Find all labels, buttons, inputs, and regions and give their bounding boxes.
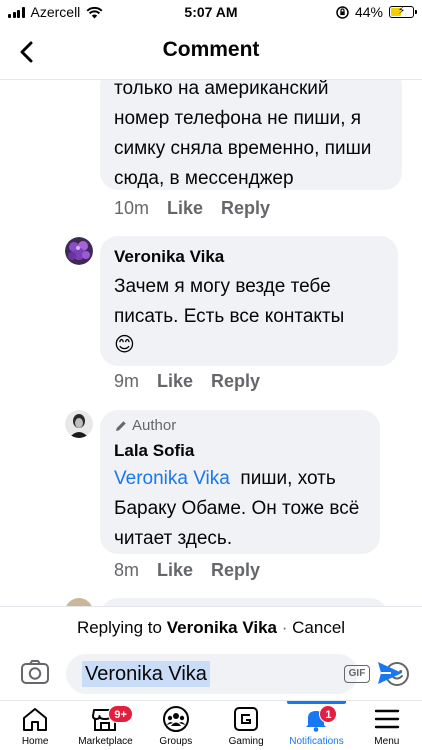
tab-label: Menu — [374, 736, 400, 747]
tab-label: Marketplace — [78, 736, 133, 747]
pencil-icon — [116, 421, 126, 431]
tab-label: Gaming — [228, 736, 264, 747]
comment-text: только на американский номер телефона не… — [114, 80, 372, 189]
comment-list[interactable]: только на американский номер телефона не… — [0, 80, 422, 606]
battery-percent: 44% — [354, 4, 383, 20]
gaming-icon — [234, 707, 259, 731]
camera-icon[interactable] — [20, 658, 50, 686]
notification-badge: 1 — [319, 705, 338, 723]
like-button[interactable]: Like — [157, 371, 193, 392]
comment-bubble[interactable]: только на американский номер телефона не… — [100, 80, 402, 190]
groups-icon — [162, 706, 189, 732]
status-right: 44% ⚡ — [336, 4, 417, 20]
send-icon[interactable] — [376, 660, 404, 686]
mention-link[interactable]: Veronika Vika — [114, 468, 230, 489]
page-title: Comment — [162, 38, 260, 61]
comment-input-value[interactable]: Veronika Vika — [82, 661, 210, 687]
replying-to-bar: Replying to Veronika Vika · Cancel — [0, 606, 422, 648]
comment-actions: 9m Like Reply — [114, 371, 260, 392]
like-button[interactable]: Like — [167, 198, 203, 219]
notification-badge: 9+ — [108, 705, 133, 723]
replying-to-label: Replying to — [76, 618, 162, 637]
comment-text: Veronika Vika пиши, хоть Бараку Обаме. О… — [114, 464, 366, 554]
gif-button[interactable]: GIF — [344, 665, 370, 683]
replying-to-name: Veronika Vika — [166, 618, 277, 637]
reply-button[interactable]: Reply — [211, 560, 260, 581]
tab-notifications[interactable]: 1 Notifications — [281, 701, 351, 750]
tab-label: Home — [21, 736, 49, 747]
avatar[interactable] — [65, 410, 93, 438]
cancel-reply-button[interactable]: Cancel — [292, 618, 345, 637]
author-badge-label: Author — [132, 417, 177, 434]
author-badge: Author — [114, 416, 366, 436]
orientation-lock-icon — [336, 5, 349, 19]
home-icon — [23, 708, 48, 731]
tab-label: Notifications — [289, 736, 344, 747]
bottom-tab-bar: Home 9+ Marketplace Groups Gaming 1 Noti… — [0, 700, 422, 750]
comment-timestamp: 8m — [114, 560, 140, 580]
comment-bubble[interactable]: Veronika Vika Зачем я могу везде тебе пи… — [100, 236, 398, 366]
like-button[interactable]: Like — [157, 560, 193, 581]
reply-button[interactable]: Reply — [221, 198, 270, 219]
tab-label: Groups — [159, 736, 193, 747]
comment-actions: 10m Like Reply — [114, 198, 270, 219]
menu-icon — [374, 709, 399, 729]
status-bar: Azercell 5:07 AM 44% ⚡ — [0, 0, 422, 24]
comment-timestamp: 10m — [114, 198, 150, 218]
reply-button[interactable]: Reply — [211, 371, 260, 392]
comment-bubble[interactable] — [100, 598, 388, 606]
comment-actions: 8m Like Reply — [114, 560, 260, 581]
tab-menu[interactable]: Menu — [352, 701, 422, 750]
header: Comment — [0, 24, 422, 80]
avatar[interactable] — [65, 598, 93, 606]
comment-bubble[interactable]: Author Lala Sofia Veronika Vika пиши, хо… — [100, 410, 380, 554]
comment-timestamp: 9m — [114, 371, 140, 391]
separator: · — [281, 618, 288, 637]
avatar[interactable] — [65, 237, 93, 265]
comment-text: Зачем я могу везде тебе писать. Есть все… — [114, 276, 345, 327]
tab-marketplace[interactable]: 9+ Marketplace — [70, 701, 140, 750]
tab-home[interactable]: Home — [0, 701, 70, 750]
comment-author[interactable]: Veronika Vika — [114, 246, 384, 268]
tab-gaming[interactable]: Gaming — [211, 701, 281, 750]
battery-icon: ⚡ — [389, 5, 417, 18]
comment-input[interactable]: Veronika Vika GIF — [66, 654, 409, 694]
comment-composer: Veronika Vika GIF — [0, 648, 422, 700]
tab-groups[interactable]: Groups — [141, 701, 211, 750]
emoji: 😊 — [114, 334, 135, 356]
comment-author[interactable]: Lala Sofia — [114, 440, 366, 462]
